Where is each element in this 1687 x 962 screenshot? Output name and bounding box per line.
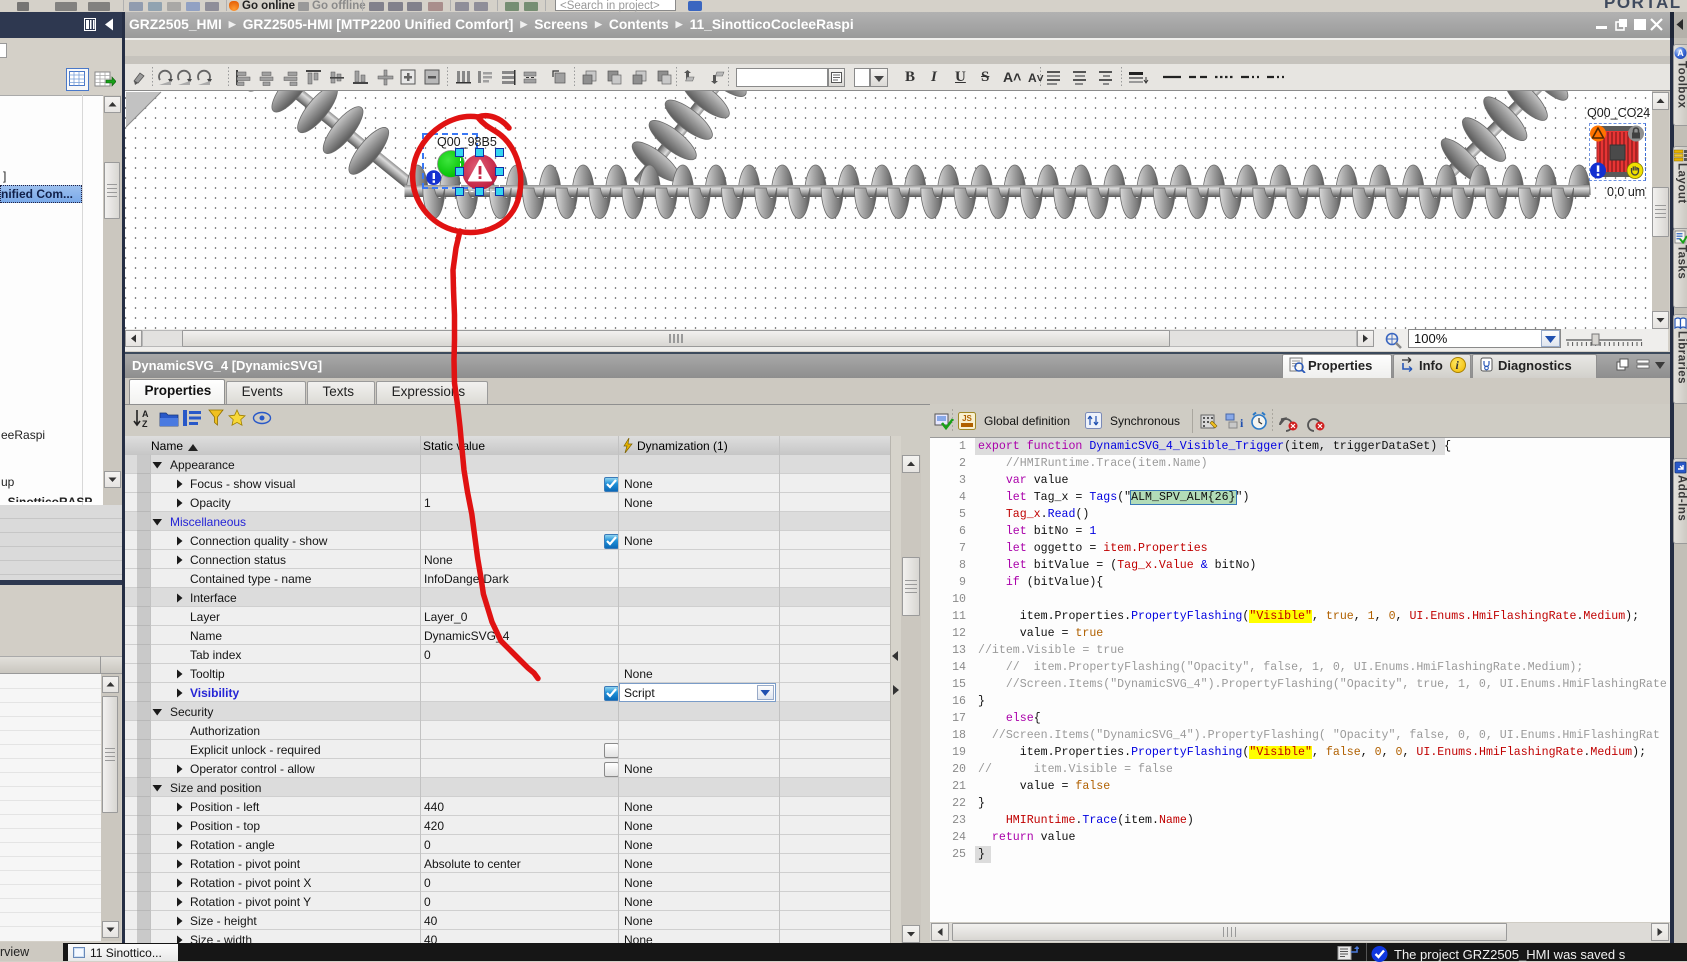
svg-text:Z: Z: [142, 419, 148, 429]
svg-text:A: A: [142, 409, 149, 419]
svg-text:i: i: [1240, 416, 1244, 430]
svg-text:A: A: [1677, 48, 1684, 58]
svg-text:JS: JS: [962, 414, 972, 423]
